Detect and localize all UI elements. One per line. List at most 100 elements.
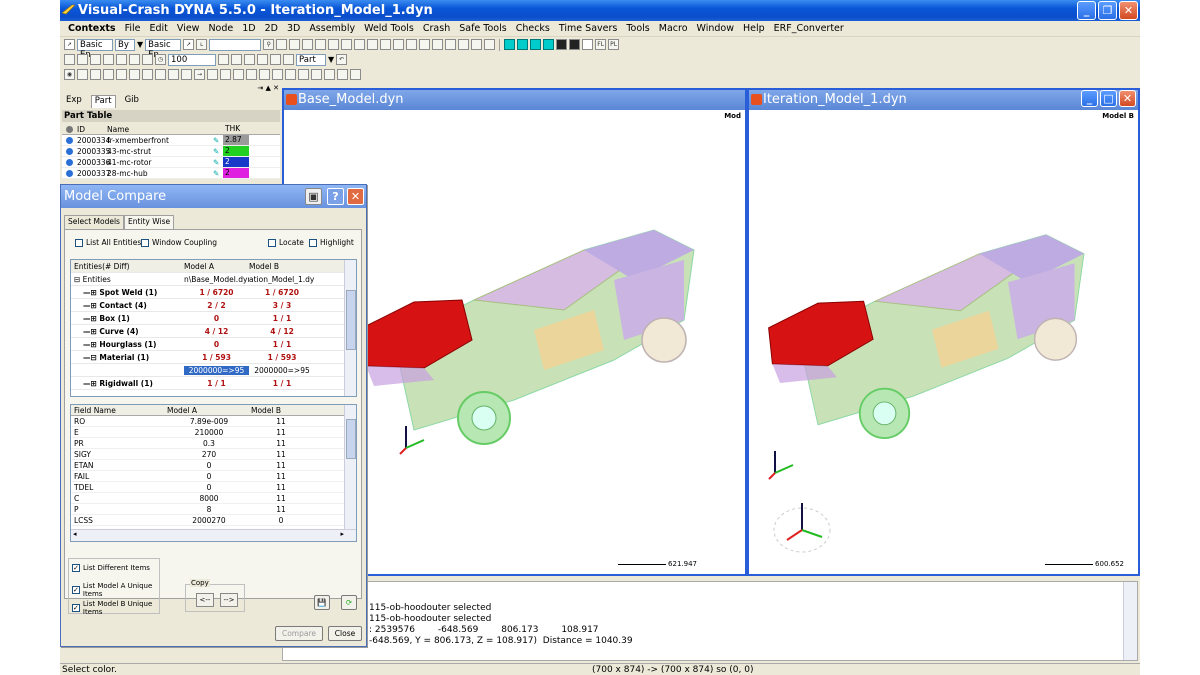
zoom-input[interactable]: 100 — [168, 53, 216, 66]
table-row[interactable]: 2000337 28-mc-hub ✎ 2 — [62, 168, 280, 179]
search-icon[interactable]: ⚲ — [263, 39, 275, 50]
grid-icon[interactable] — [556, 39, 568, 50]
frame-icon[interactable] — [582, 39, 594, 50]
fields-scrollbar[interactable] — [344, 405, 356, 529]
view-icon[interactable] — [324, 69, 335, 80]
view-icon[interactable] — [207, 69, 218, 80]
table-row[interactable]: RO 7.89e-009 11 — [71, 416, 346, 427]
pointer-icon[interactable]: ➚ — [64, 39, 75, 50]
tool-icon[interactable] — [289, 39, 301, 50]
viewport-iteration-model[interactable]: Iteration_Model_1.dyn _ □ ✕ Model B 600.… — [747, 88, 1140, 576]
menu-item-help[interactable]: Help — [743, 23, 765, 34]
menu-item-macro[interactable]: Macro — [659, 23, 688, 34]
copy-left-button[interactable]: <-- — [196, 593, 214, 607]
view-icon[interactable] — [181, 69, 192, 80]
edit-icon[interactable]: ✎ — [213, 169, 223, 178]
view-icon[interactable] — [103, 69, 114, 80]
view-icon[interactable] — [337, 69, 348, 80]
tool-icon[interactable] — [129, 54, 140, 65]
menu-item-view[interactable]: View — [177, 23, 200, 34]
pin-button[interactable]: ▣ — [305, 188, 322, 205]
entities-root-row[interactable]: ⊟ Entities n\Base_Model.dyn ation_Model_… — [71, 273, 346, 286]
visibility-icon[interactable] — [66, 136, 73, 144]
tool-icon[interactable] — [244, 54, 255, 65]
copy-right-button[interactable]: --> — [220, 593, 238, 607]
visibility-icon[interactable] — [66, 158, 73, 166]
view-icon[interactable] — [285, 69, 296, 80]
tool-icon[interactable] — [77, 54, 88, 65]
clock-icon[interactable]: ◷ — [155, 54, 166, 65]
tool-icon[interactable] — [432, 39, 444, 50]
save-icon[interactable]: 💾 — [314, 595, 330, 610]
menu-item-1d[interactable]: 1D — [242, 23, 255, 34]
color-display-icon[interactable] — [543, 39, 555, 50]
close-button[interactable]: ✕ — [1119, 90, 1136, 107]
table-row[interactable]: SIGY 270 11 — [71, 449, 346, 460]
menu-item-time-savers[interactable]: Time Savers — [559, 23, 617, 34]
entities-scrollbar[interactable] — [344, 260, 356, 396]
restore-button[interactable]: ❐ — [1098, 1, 1117, 20]
table-row[interactable]: 2000334 fr-xmemberfront ✎ 2.87 — [62, 135, 280, 146]
tab-entity-wise[interactable]: Entity Wise — [123, 215, 175, 229]
tab-exp[interactable]: Exp — [63, 95, 85, 108]
view-icon[interactable] — [233, 69, 244, 80]
view-icon[interactable] — [350, 69, 361, 80]
menu-item-assembly[interactable]: Assembly — [309, 23, 355, 34]
highlight-checkbox[interactable]: Highlight — [309, 238, 354, 247]
view-icon[interactable] — [116, 69, 127, 80]
tool-icon[interactable] — [367, 39, 379, 50]
table-row[interactable]: —⊞ Curve (4) 4 / 12 4 / 12 — [71, 325, 346, 338]
tool-icon[interactable] — [276, 39, 288, 50]
tool-icon[interactable] — [419, 39, 431, 50]
table-row[interactable]: ETAN 0 11 — [71, 460, 346, 471]
column-header-id[interactable]: ID — [77, 125, 107, 134]
visibility-icon[interactable] — [66, 169, 73, 177]
table-row[interactable]: P 8 11 — [71, 504, 346, 515]
table-row[interactable]: —⊞ Spot Weld (1) 1 / 6720 1 / 6720 — [71, 286, 346, 299]
menu-item-erf-converter[interactable]: ERF_Converter — [774, 23, 844, 34]
car-model-render[interactable] — [761, 190, 1140, 460]
tab-select-models[interactable]: Select Models — [64, 215, 124, 229]
chevron-down-icon[interactable]: ▼ — [137, 40, 143, 49]
compare-button[interactable]: Compare — [275, 626, 323, 641]
table-row[interactable]: TDEL 0 11 — [71, 482, 346, 493]
entity-type-combo-2[interactable]: Basic En — [145, 38, 182, 60]
console-scrollbar[interactable] — [1123, 582, 1137, 660]
color-display-icon[interactable] — [504, 39, 516, 50]
list-model-a-unique-checkbox[interactable]: ✓ List Model A Unique Items — [72, 582, 159, 598]
view-icon[interactable]: ◉ — [64, 69, 75, 80]
tool-icon[interactable] — [257, 54, 268, 65]
tool-icon[interactable] — [445, 39, 457, 50]
table-row[interactable]: FAIL 0 11 — [71, 471, 346, 482]
arrow-right-icon[interactable]: → — [194, 69, 205, 80]
panel-pin-icon[interactable]: ⇥ ▲ ✕ — [257, 84, 279, 92]
tool-icon[interactable] — [315, 39, 327, 50]
tool-icon[interactable] — [103, 54, 114, 65]
color-display-icon[interactable] — [530, 39, 542, 50]
tool-icon[interactable] — [90, 54, 101, 65]
table-row[interactable]: —⊞ Rigidwall (1) 1 / 1 1 / 1 — [71, 377, 346, 390]
view-icon[interactable] — [77, 69, 88, 80]
column-header-model-a[interactable]: Model A — [184, 262, 249, 271]
edit-icon[interactable]: ✎ — [213, 158, 223, 167]
view-icon[interactable] — [311, 69, 322, 80]
column-header-model-b[interactable]: Model B — [249, 262, 315, 271]
console-output[interactable]: 115-ob-hoodouter selected 115-ob-hoodoute… — [282, 581, 1138, 661]
tool-icon[interactable] — [354, 39, 366, 50]
pl-icon[interactable]: PL — [608, 39, 620, 50]
table-row[interactable]: —⊟ Material (1) 1 / 593 1 / 593 — [71, 351, 346, 364]
table-row[interactable]: 2000335 43-mc-strut ✎ 2 — [62, 146, 280, 157]
tool-icon[interactable] — [406, 39, 418, 50]
close-button[interactable]: Close — [328, 626, 362, 641]
tool-icon[interactable] — [64, 54, 75, 65]
tool-icon[interactable] — [302, 39, 314, 50]
tool-icon[interactable] — [380, 39, 392, 50]
filter-input[interactable] — [209, 38, 262, 51]
window-coupling-checkbox[interactable]: Window Coupling — [141, 238, 217, 247]
menu-item-window[interactable]: Window — [697, 23, 734, 34]
refresh-icon[interactable]: ⟳ — [341, 595, 357, 610]
tool-icon[interactable] — [231, 54, 242, 65]
select-icon[interactable]: ➚ — [183, 39, 195, 50]
view-icon[interactable] — [298, 69, 309, 80]
column-header-model-b[interactable]: Model B — [251, 406, 311, 415]
